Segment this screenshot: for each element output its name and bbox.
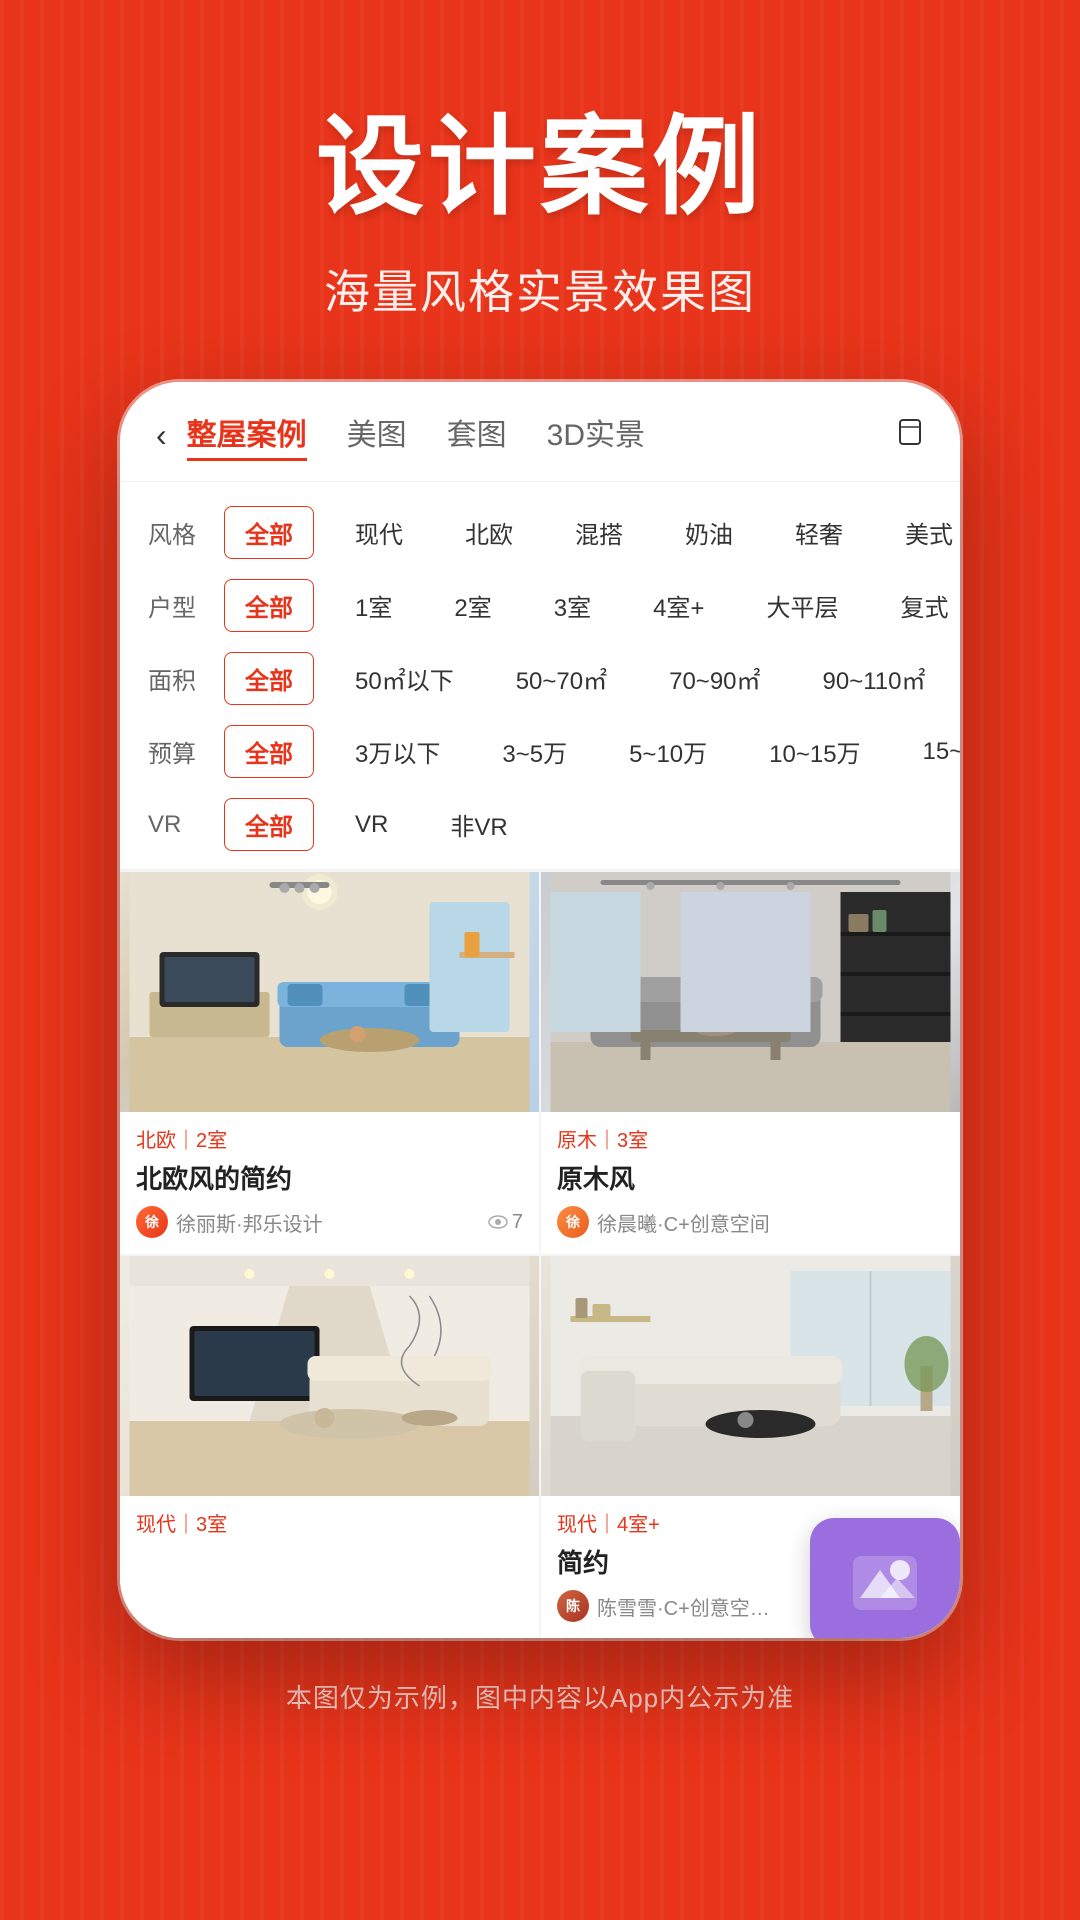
- filter-label-area: 面积: [148, 661, 204, 696]
- card-2-avatar: 徐: [557, 1206, 589, 1238]
- hero-subtitle: 海量风格实景效果图: [324, 256, 756, 322]
- filter-row-vr: VR 全部 VR 非VR: [120, 788, 960, 861]
- filter-chip-budget-5-10[interactable]: 5~10万: [608, 725, 728, 778]
- bookmark-icon[interactable]: [896, 418, 924, 453]
- filter-label-style: 风格: [148, 515, 204, 550]
- filter-chip-1room[interactable]: 1室: [334, 579, 413, 632]
- card-1-views: 7: [488, 1211, 523, 1234]
- purple-card: [810, 1518, 960, 1638]
- filter-chip-budget-10-15[interactable]: 10~15万: [748, 725, 881, 778]
- card-1-view-count: 7: [512, 1211, 523, 1234]
- card-1-author: 徐 徐丽斯·邦乐设计: [136, 1206, 323, 1238]
- tab-whole-house[interactable]: 整屋案例: [187, 410, 307, 461]
- card-1-image: [120, 872, 539, 1112]
- disclaimer-text: 本图仅为示例，图中内容以App内公示为准: [286, 1638, 794, 1775]
- card-modern-4room[interactable]: 现代｜4室+ 简约 陈 陈雪雪·C+创意空…: [541, 1256, 960, 1638]
- card-1-info: 北欧｜2室 北欧风的简约 徐 徐丽斯·邦乐设计 7: [120, 1112, 539, 1254]
- card-4-author-name: 陈雪雪·C+创意空…: [597, 1592, 770, 1621]
- tab-sets[interactable]: 套图: [447, 410, 507, 461]
- filter-chip-2room[interactable]: 2室: [433, 579, 512, 632]
- filter-chip-area-90-110[interactable]: 90~110㎡: [802, 652, 947, 705]
- nav-tabs: 整屋案例 美图 套图 3D实景: [187, 410, 896, 461]
- filter-label-vr: VR: [148, 811, 204, 839]
- hero-title: 设计案例: [316, 80, 764, 236]
- filter-chip-mixed[interactable]: 混搭: [554, 506, 644, 559]
- filter-chip-area-50-70[interactable]: 50~70㎡: [495, 652, 628, 705]
- filter-chip-budget-all[interactable]: 全部: [224, 725, 314, 778]
- card-natural-wood[interactable]: 原木｜3室 原木风 徐 徐晨曦·C+创意空间: [541, 872, 960, 1254]
- card-modern-3room[interactable]: 现代｜3室: [120, 1256, 539, 1638]
- filter-chip-vr-all[interactable]: 全部: [224, 798, 314, 851]
- filter-chip-budget-15plus[interactable]: 15~2…: [902, 729, 960, 775]
- phone-mockup: ‹ 整屋案例 美图 套图 3D实景 风格 全部 现代 北欧: [120, 382, 960, 1638]
- filter-row-type: 户型 全部 1室 2室 3室 4室+ 大平层 复式: [120, 569, 960, 642]
- filter-label-type: 户型: [148, 588, 204, 623]
- card-1-title: 北欧风的简约: [136, 1159, 523, 1196]
- filter-chip-area-all[interactable]: 全部: [224, 652, 314, 705]
- card-1-avatar: 徐: [136, 1206, 168, 1238]
- filter-chip-cream[interactable]: 奶油: [664, 506, 754, 559]
- card-2-image: [541, 872, 960, 1112]
- filter-row-style: 风格 全部 现代 北欧 混搭 奶油 轻奢 美式: [120, 496, 960, 569]
- filter-section: 风格 全部 现代 北欧 混搭 奶油 轻奢 美式 户型 全部 1室 2室 3室 4…: [120, 482, 960, 869]
- filter-chip-vr[interactable]: VR: [334, 802, 409, 848]
- card-nordic-simple[interactable]: 北欧｜2室 北欧风的简约 徐 徐丽斯·邦乐设计 7: [120, 872, 539, 1254]
- filter-chip-area-70-90[interactable]: 70~90㎡: [648, 652, 781, 705]
- nav-bar: ‹ 整屋案例 美图 套图 3D实景: [120, 382, 960, 482]
- filter-chip-penthouse[interactable]: 大平层: [745, 579, 859, 632]
- filter-chip-area-50below[interactable]: 50㎡以下: [334, 652, 475, 705]
- filter-chip-budget-3-5[interactable]: 3~5万: [481, 725, 588, 778]
- filter-chip-type-all[interactable]: 全部: [224, 579, 314, 632]
- filter-chip-budget-3below[interactable]: 3万以下: [334, 725, 461, 778]
- tab-photos[interactable]: 美图: [347, 410, 407, 461]
- filter-chip-style-all[interactable]: 全部: [224, 506, 314, 559]
- filter-chip-american[interactable]: 美式: [884, 506, 960, 559]
- card-3-style: 现代｜3室: [136, 1508, 523, 1537]
- filter-chip-modern[interactable]: 现代: [334, 506, 424, 559]
- back-button[interactable]: ‹: [156, 417, 167, 454]
- filter-chip-3room[interactable]: 3室: [533, 579, 612, 632]
- card-3-image: [120, 1256, 539, 1496]
- filter-chip-duplex[interactable]: 复式: [879, 579, 960, 632]
- tab-3d[interactable]: 3D实景: [547, 410, 645, 461]
- filter-chip-nordic[interactable]: 北欧: [444, 506, 534, 559]
- card-3-truncated-info: 现代｜3室: [120, 1496, 539, 1553]
- card-1-style: 北欧｜2室: [136, 1124, 523, 1153]
- filter-chip-4room[interactable]: 4室+: [632, 579, 725, 632]
- card-1-author-row: 徐 徐丽斯·邦乐设计 7: [136, 1206, 523, 1238]
- card-2-style: 原木｜3室: [557, 1124, 944, 1153]
- card-2-author: 徐 徐晨曦·C+创意空间: [557, 1206, 944, 1238]
- filter-chip-no-vr[interactable]: 非VR: [429, 798, 528, 851]
- card-1-author-name: 徐丽斯·邦乐设计: [176, 1208, 323, 1237]
- card-2-info: 原木｜3室 原木风 徐 徐晨曦·C+创意空间: [541, 1112, 960, 1254]
- image-app-icon: [810, 1518, 960, 1638]
- card-2-title: 原木风: [557, 1159, 944, 1196]
- filter-row-budget: 预算 全部 3万以下 3~5万 5~10万 10~15万 15~2…: [120, 715, 960, 788]
- card-2-author-name: 徐晨曦·C+创意空间: [597, 1208, 770, 1237]
- content-grid: 北欧｜2室 北欧风的简约 徐 徐丽斯·邦乐设计 7: [120, 870, 960, 1638]
- filter-label-budget: 预算: [148, 734, 204, 769]
- filter-row-area: 面积 全部 50㎡以下 50~70㎡ 70~90㎡ 90~110㎡: [120, 642, 960, 715]
- card-4-image: [541, 1256, 960, 1496]
- filter-chip-light-luxury[interactable]: 轻奢: [774, 506, 864, 559]
- card-4-avatar: 陈: [557, 1590, 589, 1622]
